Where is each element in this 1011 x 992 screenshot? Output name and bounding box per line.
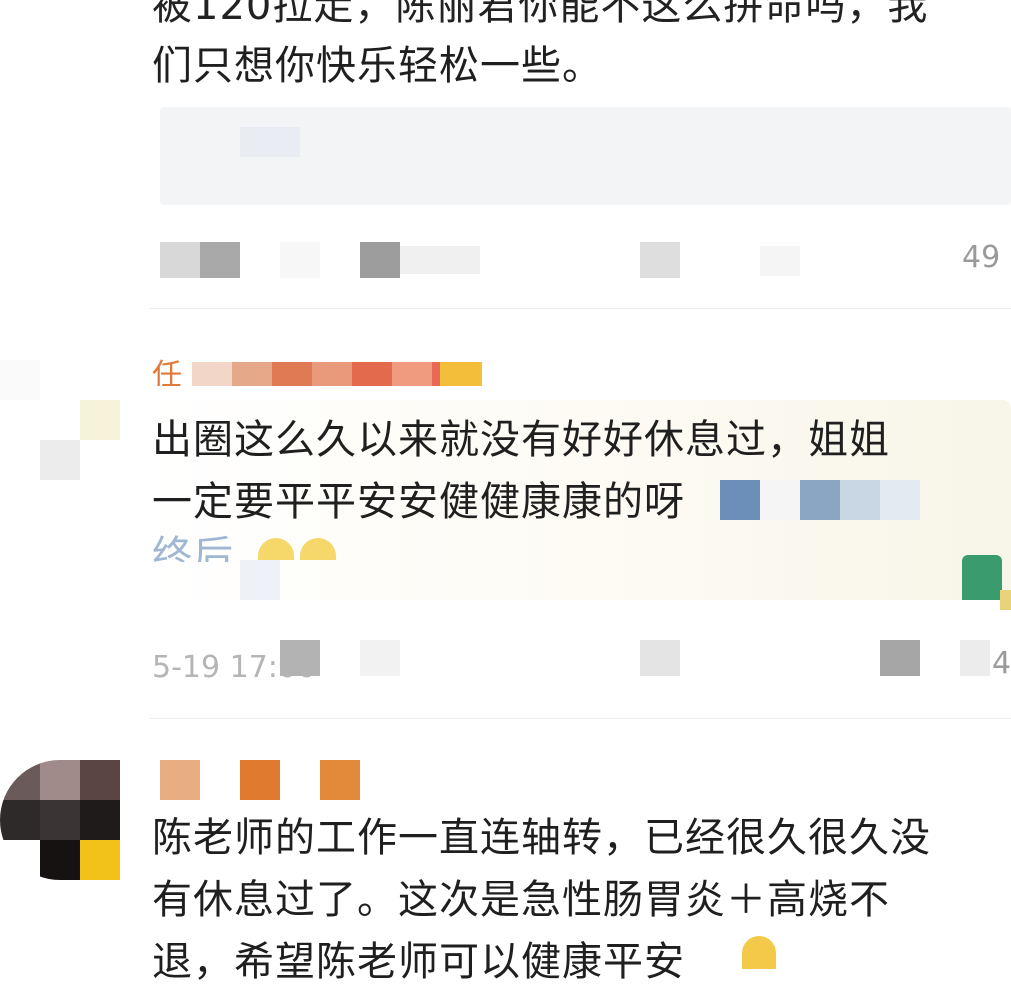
- comment-2-line-2: 一定要平平安安健健康康的呀: [152, 479, 685, 525]
- username[interactable]: [160, 760, 360, 800]
- like-count[interactable]: 4: [992, 646, 1011, 681]
- sticker-icon: [962, 555, 1002, 600]
- comment-3-line-3: 退，希望陈老师可以健康平安: [152, 939, 685, 985]
- avatar[interactable]: [0, 760, 120, 880]
- avatar[interactable]: [0, 360, 120, 480]
- comment-1-line-2: 们只想你快乐轻松一些。: [152, 43, 603, 89]
- divider: [150, 308, 1011, 309]
- sticker-icon-part: [1000, 590, 1011, 610]
- badge: [440, 362, 480, 386]
- comment-1-quote-card[interactable]: [160, 107, 1011, 205]
- comment-2-line-1: 出圈这么久以来就没有好好休息过，姐姐: [152, 417, 890, 463]
- like-count[interactable]: 49: [962, 240, 1011, 275]
- meta-blur-block: [160, 242, 200, 278]
- comment-1-line-1: 被120拉走，陈丽君你能不这么拼命吗，我: [152, 0, 929, 29]
- comment-2-line-3: 终后: [152, 533, 234, 562]
- cry-emoji-icon: [742, 936, 776, 969]
- username[interactable]: 任: [152, 358, 482, 386]
- comment-3-line-1: 陈老师的工作一直连轴转，已经很久很久没: [152, 815, 931, 861]
- blur-block: [240, 560, 280, 600]
- comment-2-meta-row: 5-19 17:00 4: [0, 640, 1011, 684]
- username-text: 任: [152, 358, 182, 386]
- comment-2-blur: [720, 480, 920, 520]
- comment-3-line-2: 有休息过了。这次是急性肠胃炎＋高烧不: [152, 877, 890, 923]
- divider: [150, 718, 1011, 719]
- comment-1-meta-row: 49: [0, 238, 1011, 282]
